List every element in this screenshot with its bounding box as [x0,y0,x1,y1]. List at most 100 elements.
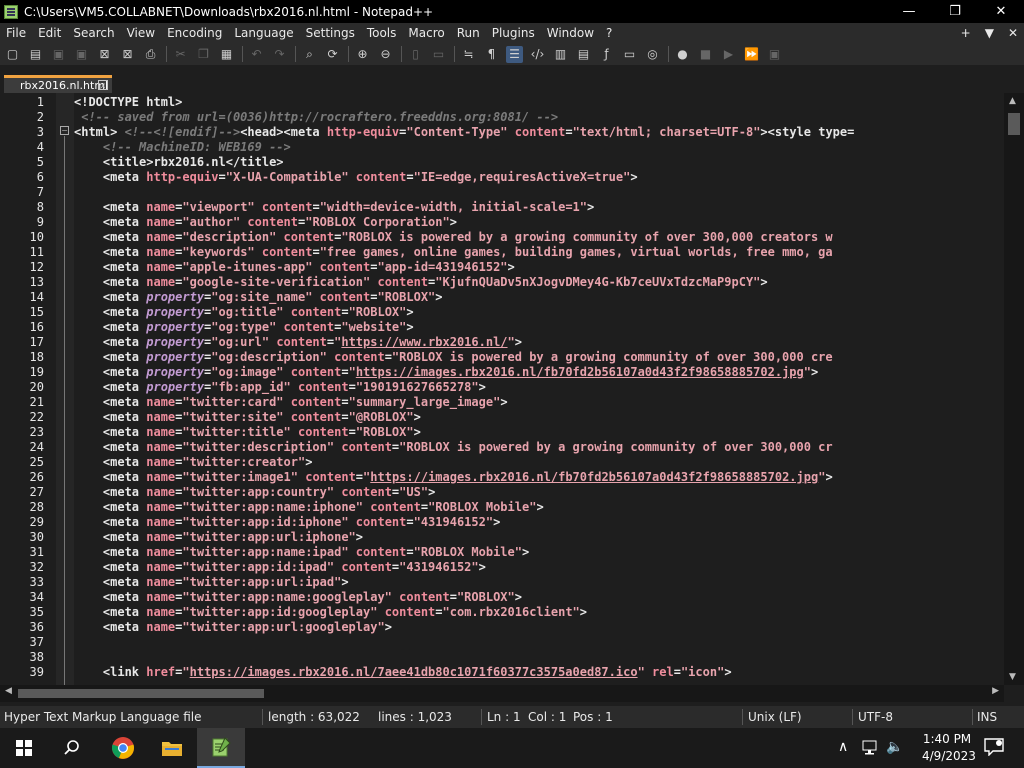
sync-horizontal-icon[interactable]: ▭ [430,46,447,63]
line-number[interactable]: 14 [0,290,44,304]
scroll-down-icon[interactable]: ▼ [1009,672,1016,682]
code-line[interactable] [74,650,1004,665]
code-line[interactable]: <meta name="twitter:app:country" content… [74,485,1004,500]
close-file-icon[interactable]: ⊠ [96,46,113,63]
line-number[interactable]: 20 [0,380,44,394]
close-button[interactable]: ✕ [978,0,1024,23]
code-line[interactable]: <meta name="twitter:app:id:ipad" content… [74,560,1004,575]
search-button[interactable] [48,728,96,768]
line-number[interactable]: 30 [0,530,44,544]
line-number[interactable]: 2 [0,110,44,124]
scroll-right-icon[interactable]: ▶ [992,686,999,696]
line-number[interactable]: 5 [0,155,44,169]
udl-icon[interactable]: ‹/› [529,46,546,63]
code-line[interactable]: <meta name="twitter:app:url:ipad"> [74,575,1004,590]
code-line[interactable]: <meta name="google-site-verification" co… [74,275,1004,290]
horizontal-scrollbar[interactable]: ◀ ▶ [0,685,1004,702]
menu-search[interactable]: Search [67,23,120,43]
code-line[interactable]: <!-- MachineID: WEB169 --> [74,140,1004,155]
line-number[interactable]: 36 [0,620,44,634]
run-macro-multiple-icon[interactable]: ⏩ [743,46,760,63]
line-number[interactable]: 4 [0,140,44,154]
monitoring-icon[interactable]: ◎ [644,46,661,63]
code-area[interactable]: <!DOCTYPE html> <!-- saved from url=(003… [74,93,1004,685]
menu-window[interactable]: Window [541,23,600,43]
line-number[interactable]: 34 [0,590,44,604]
code-line[interactable]: <meta property="og:title" content="ROBLO… [74,305,1004,320]
horizontal-scroll-thumb[interactable] [18,689,264,698]
line-number[interactable]: 7 [0,185,44,199]
code-line[interactable]: <meta name="keywords" content="free game… [74,245,1004,260]
sync-vertical-icon[interactable]: ▯ [407,46,424,63]
line-number[interactable]: 18 [0,350,44,364]
line-number[interactable]: 27 [0,485,44,499]
line-number[interactable]: 32 [0,560,44,574]
fold-toggle-icon[interactable]: − [60,126,69,135]
clock-date[interactable]: 4/9/2023 [922,749,976,763]
line-number[interactable]: 17 [0,335,44,349]
code-line[interactable]: <meta name="author" content="ROBLOX Corp… [74,215,1004,230]
save-all-icon[interactable]: ▣ [73,46,90,63]
code-line[interactable]: <link href = "https://images.rbx2016.nl/7a… [74,665,1004,680]
menu-plugins[interactable]: Plugins [486,23,541,43]
line-number[interactable]: 13 [0,275,44,289]
scroll-left-icon[interactable]: ◀ [5,686,12,696]
line-number[interactable]: 39 [0,665,44,679]
line-number[interactable]: 10 [0,230,44,244]
function-list-icon[interactable]: ƒ [598,46,615,63]
code-line[interactable]: <meta name = "twitter:app:name:ipad" conte… [74,545,1004,560]
line-number[interactable]: 1 [0,95,44,109]
indent-guide-icon[interactable]: ☰ [506,45,523,63]
code-line[interactable]: <meta property="og:site_name" content="R… [74,290,1004,305]
code-line[interactable]: <meta name = "twitter:app:id:googleplay" c… [74,605,1004,620]
close-all-icon[interactable]: ⊠ [119,46,136,63]
line-number[interactable]: 21 [0,395,44,409]
code-line[interactable] [74,185,1004,200]
clock-time[interactable]: 1:40 PM [922,732,972,746]
code-line[interactable]: <meta name="twitter:title" content="ROBL… [74,425,1004,440]
stop-macro-icon[interactable]: ■ [697,46,714,63]
menu-edit[interactable]: Edit [32,23,67,43]
close-document-button[interactable]: ✕ [1008,23,1018,43]
show-all-characters-icon[interactable]: ¶ [483,46,500,63]
menu-help[interactable]: ? [600,23,618,43]
save-icon[interactable]: ▣ [50,46,67,63]
line-number[interactable]: 22 [0,410,44,424]
line-number[interactable]: 16 [0,320,44,334]
code-line[interactable] [74,635,1004,650]
code-line[interactable]: <meta name="twitter:creator"> [74,455,1004,470]
line-number[interactable]: 29 [0,515,44,529]
line-number[interactable]: 15 [0,305,44,319]
line-number[interactable]: 35 [0,605,44,619]
vertical-scroll-thumb[interactable] [1008,113,1020,135]
code-line[interactable]: <!DOCTYPE html> [74,93,1004,110]
code-line[interactable]: <!-- saved from url=(0036)http://rocraft… [74,110,1004,125]
record-macro-icon[interactable]: ● [674,46,691,63]
line-number[interactable]: 31 [0,545,44,559]
menu-macro[interactable]: Macro [402,23,450,43]
line-number[interactable]: 11 [0,245,44,259]
zoom-out-icon[interactable]: ⊖ [377,46,394,63]
document-list-icon[interactable]: ▤ [575,46,592,63]
code-line[interactable]: <meta name="viewport" content="width=dev… [74,200,1004,215]
replace-icon[interactable]: ⟳ [324,46,341,63]
line-number[interactable]: 23 [0,425,44,439]
menu-file[interactable]: File [0,23,32,43]
vertical-scrollbar[interactable]: ▲ ▼ [1004,93,1024,685]
new-tab-plus-button[interactable]: + [961,23,971,43]
chrome-taskbar-button[interactable] [99,728,147,768]
line-number[interactable]: 33 [0,575,44,589]
code-line[interactable]: <meta name="twitter:description" content… [74,440,1004,455]
code-line[interactable]: <meta http-equiv="X-UA-Compatible" conte… [74,170,1004,185]
tab-list-dropdown-button[interactable]: ▼ [985,23,994,43]
code-line[interactable]: <meta name = "twitter:app:name:iphone" con… [74,500,1004,515]
restore-button[interactable]: ❐ [932,0,978,23]
folder-as-workspace-icon[interactable]: ▭ [621,46,638,63]
code-line[interactable]: <html> <!--<![endif]--><head><meta http-… [74,125,1004,140]
code-line[interactable]: <meta name="twitter:app:url:googleplay"> [74,620,1004,635]
document-map-icon[interactable]: ▥ [552,46,569,63]
volume-icon[interactable]: 🔈 [886,739,903,755]
line-number[interactable]: 6 [0,170,44,184]
menu-tools[interactable]: Tools [361,23,403,43]
code-line[interactable]: <meta name = "twitter:app:name:googleplay"… [74,590,1004,605]
